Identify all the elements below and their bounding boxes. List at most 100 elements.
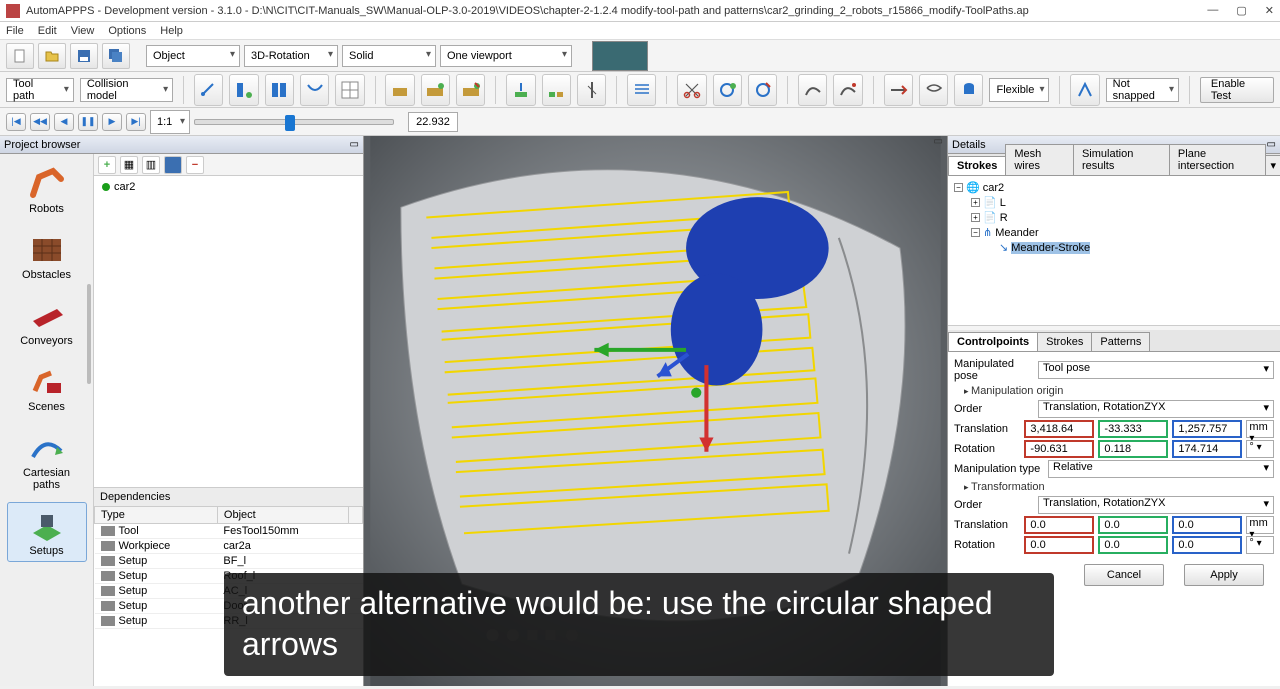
- deps-row[interactable]: Workpiececar2a: [95, 539, 363, 554]
- rotation-z-input[interactable]: [1172, 440, 1242, 458]
- project-tree[interactable]: car2: [94, 176, 363, 488]
- viewport-thumbnail[interactable]: [592, 41, 648, 71]
- tab-strokes2[interactable]: Strokes: [1037, 332, 1092, 351]
- tab-simulation-results[interactable]: Simulation results: [1073, 144, 1170, 175]
- manip-type-dropdown[interactable]: Relative▾: [1048, 460, 1274, 478]
- tool-icon-3[interactable]: [265, 74, 294, 106]
- menu-help[interactable]: Help: [160, 25, 183, 37]
- tabs-overflow-icon[interactable]: ▾: [1265, 155, 1280, 175]
- tool-icon-12[interactable]: [627, 74, 656, 106]
- pin-icon-right[interactable]: ▭: [1267, 139, 1276, 150]
- rail-scrollbar[interactable]: [87, 284, 91, 384]
- expand-icon[interactable]: +: [971, 198, 980, 207]
- close-button[interactable]: ✕: [1265, 4, 1274, 17]
- apply-button[interactable]: Apply: [1184, 564, 1264, 586]
- toolpath-dropdown[interactable]: Tool path: [6, 78, 74, 102]
- cat-scenes[interactable]: Scenes: [7, 358, 87, 418]
- rotation-unit-dropdown[interactable]: ° ▾: [1246, 440, 1274, 458]
- deps-row[interactable]: ToolFesTool150mm: [95, 524, 363, 539]
- cancel-button[interactable]: Cancel: [1084, 564, 1164, 586]
- order1-dropdown[interactable]: Translation, RotationZYX▾: [1038, 400, 1274, 418]
- expand-icon[interactable]: −: [971, 228, 980, 237]
- tool-icon-11[interactable]: [577, 74, 606, 106]
- translation-z-input[interactable]: [1172, 420, 1242, 438]
- time-display[interactable]: 22.932: [408, 112, 458, 132]
- menu-view[interactable]: View: [71, 25, 95, 37]
- tab-controlpoints[interactable]: Controlpoints: [948, 332, 1038, 351]
- tree-btn2-icon[interactable]: ▥: [142, 156, 160, 174]
- snap-icon[interactable]: [1070, 74, 1099, 106]
- skip-end-icon[interactable]: ▶|: [126, 113, 146, 131]
- expand-icon[interactable]: −: [954, 183, 963, 192]
- snap-dropdown[interactable]: Not snapped: [1106, 78, 1179, 102]
- play-icon[interactable]: ▶: [102, 113, 122, 131]
- tree-add-icon[interactable]: +: [98, 156, 116, 174]
- maximize-button[interactable]: ▢: [1236, 4, 1246, 17]
- expand-icon[interactable]: +: [971, 213, 980, 222]
- tree-btn-icon[interactable]: ▦: [120, 156, 138, 174]
- manipulated-pose-dropdown[interactable]: Tool pose▾: [1038, 361, 1274, 379]
- tab-plane-intersection[interactable]: Plane intersection: [1169, 144, 1267, 175]
- slider-thumb[interactable]: [285, 115, 295, 131]
- object-dropdown[interactable]: Object: [146, 45, 240, 67]
- tree-save-icon[interactable]: [164, 156, 182, 174]
- col-type[interactable]: Type: [95, 507, 218, 524]
- tool-icon-17[interactable]: [884, 74, 913, 106]
- menu-file[interactable]: File: [6, 25, 24, 37]
- render-dropdown[interactable]: Solid: [342, 45, 436, 67]
- strokes-tree[interactable]: −🌐car2 +📄L +📄R −⋔Meander ↘Meander-Stroke: [948, 176, 1280, 326]
- t2-unit-dropdown[interactable]: mm ▾: [1246, 516, 1274, 534]
- tool-icon-9[interactable]: [506, 74, 535, 106]
- skip-start-icon[interactable]: |◀: [6, 113, 26, 131]
- r2-x-input[interactable]: [1024, 536, 1094, 554]
- translation-unit-dropdown[interactable]: mm ▾: [1246, 420, 1274, 438]
- collision-dropdown[interactable]: Collision model: [80, 78, 173, 102]
- translation-x-input[interactable]: [1024, 420, 1094, 438]
- tool-icon-15[interactable]: [798, 74, 827, 106]
- tool-icon-18[interactable]: [919, 74, 948, 106]
- tab-patterns[interactable]: Patterns: [1091, 332, 1150, 351]
- tool-icon-10[interactable]: [542, 74, 571, 106]
- tool-icon-6[interactable]: [385, 74, 414, 106]
- play-back-icon[interactable]: ◀: [54, 113, 74, 131]
- viewport-dropdown[interactable]: One viewport: [440, 45, 572, 67]
- r2-y-input[interactable]: [1098, 536, 1168, 554]
- tool-icon-13[interactable]: [713, 74, 742, 106]
- cat-conveyors[interactable]: Conveyors: [7, 292, 87, 352]
- menu-options[interactable]: Options: [108, 25, 146, 37]
- pause-icon[interactable]: ❚❚: [78, 113, 98, 131]
- cat-setups[interactable]: Setups: [7, 502, 87, 562]
- open-icon[interactable]: [38, 43, 66, 69]
- enable-test-button[interactable]: Enable Test: [1200, 77, 1274, 103]
- r2-unit-dropdown[interactable]: ° ▾: [1246, 536, 1274, 554]
- manip-origin-section[interactable]: Manipulation origin: [954, 385, 1274, 397]
- tool-icon-1[interactable]: [194, 74, 223, 106]
- rotation-y-input[interactable]: [1098, 440, 1168, 458]
- order2-dropdown[interactable]: Translation, RotationZYX▾: [1038, 496, 1274, 514]
- rotation-dropdown[interactable]: 3D-Rotation: [244, 45, 338, 67]
- tool-icon-4[interactable]: [300, 74, 329, 106]
- cat-cartesian-paths[interactable]: Cartesian paths: [7, 424, 87, 496]
- tool-icon-8[interactable]: [456, 74, 485, 106]
- step-back-icon[interactable]: ◀◀: [30, 113, 50, 131]
- cat-robots[interactable]: Robots: [7, 160, 87, 220]
- pin-icon[interactable]: ▭: [350, 139, 359, 150]
- translation-y-input[interactable]: [1098, 420, 1168, 438]
- minimize-button[interactable]: —: [1207, 4, 1218, 17]
- tab-strokes[interactable]: Strokes: [948, 156, 1006, 175]
- t2-y-input[interactable]: [1098, 516, 1168, 534]
- t2-z-input[interactable]: [1172, 516, 1242, 534]
- menu-edit[interactable]: Edit: [38, 25, 57, 37]
- speed-dropdown[interactable]: 1:1: [150, 110, 190, 134]
- tree-node-car2[interactable]: car2: [102, 180, 355, 194]
- transformation-section[interactable]: Transformation: [954, 481, 1274, 493]
- col-object[interactable]: Object: [217, 507, 348, 524]
- tree-del-icon[interactable]: −: [186, 156, 204, 174]
- r2-z-input[interactable]: [1172, 536, 1242, 554]
- tool-icon-2[interactable]: [229, 74, 258, 106]
- viewport-pin-icon[interactable]: ▭: [934, 136, 943, 147]
- save-all-icon[interactable]: [102, 43, 130, 69]
- save-icon[interactable]: [70, 43, 98, 69]
- tool-icon-5[interactable]: [335, 74, 364, 106]
- flexible-dropdown[interactable]: Flexible: [989, 78, 1049, 102]
